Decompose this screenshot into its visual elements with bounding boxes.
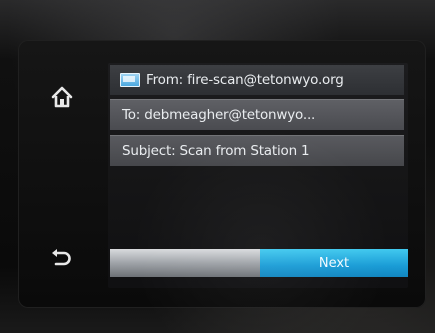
next-button[interactable]: Next — [260, 249, 408, 277]
from-field[interactable]: From: fire-scan@tetonwyo.org — [110, 65, 404, 95]
bottom-bar: Next — [110, 249, 408, 277]
subject-label: Subject: Scan from Station 1 — [122, 143, 310, 159]
to-field[interactable]: To: debmeagher@tetonwyo... — [110, 99, 404, 130]
back-icon — [52, 249, 71, 266]
to-label: To: debmeagher@tetonwyo... — [122, 107, 316, 123]
lcd-screen: From: fire-scan@tetonwyo.org To: debmeag… — [108, 63, 408, 288]
subject-field[interactable]: Subject: Scan from Station 1 — [110, 135, 404, 166]
back-button[interactable] — [46, 242, 76, 272]
from-label: From: fire-scan@tetonwyo.org — [146, 72, 344, 88]
blank-softkey — [110, 249, 260, 277]
home-icon — [51, 86, 73, 108]
home-button[interactable] — [47, 82, 77, 112]
envelope-icon — [120, 73, 140, 87]
